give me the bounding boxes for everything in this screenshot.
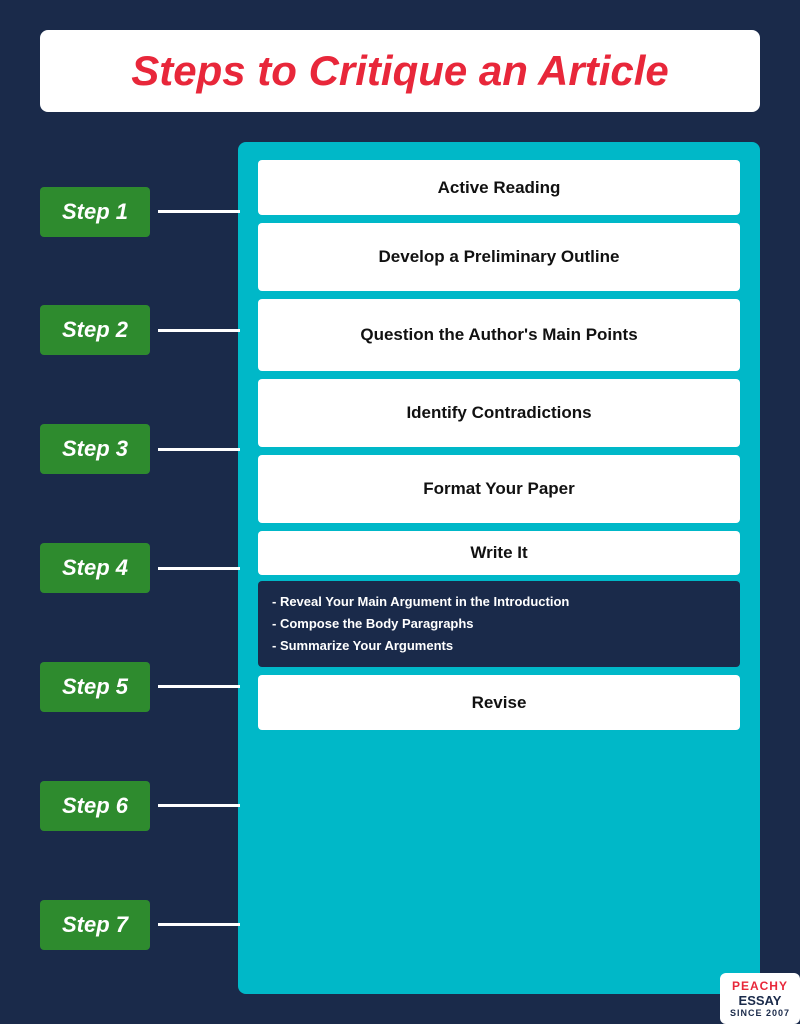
- step-row-1: Step 1: [40, 167, 240, 257]
- step-badge-6: Step 6: [40, 781, 150, 831]
- step-line-5: [158, 685, 240, 688]
- step-badge-5: Step 5: [40, 662, 150, 712]
- step-row-2: Step 2: [40, 285, 240, 375]
- step-badge-1: Step 1: [40, 187, 150, 237]
- step-badge-2: Step 2: [40, 305, 150, 355]
- step-row-6: Step 6: [40, 761, 240, 851]
- step-row-3: Step 3: [40, 404, 240, 494]
- logo-top: PEACHY: [732, 979, 788, 993]
- step-line-6: [158, 804, 240, 807]
- step3-item: Question the Author's Main Points: [258, 299, 740, 371]
- step-line-7: [158, 923, 240, 926]
- step1-item: Active Reading: [258, 160, 740, 215]
- step-badge-3: Step 3: [40, 424, 150, 474]
- step-line-4: [158, 567, 240, 570]
- steps-column: Step 1 Step 2 Step 3 Step 4 Step 5 Step …: [40, 142, 240, 994]
- step-row-7: Step 7: [40, 880, 240, 970]
- step-row-4: Step 4: [40, 523, 240, 613]
- main-content: Step 1 Step 2 Step 3 Step 4 Step 5 Step …: [40, 142, 760, 994]
- logo-bottom: SINCE 2007: [730, 1008, 790, 1018]
- step6-sub2: - Compose the Body Paragraphs: [272, 613, 726, 635]
- step-badge-4: Step 4: [40, 543, 150, 593]
- step-line-3: [158, 448, 240, 451]
- step4-item: Identify Contradictions: [258, 379, 740, 447]
- step6-sub1: - Reveal Your Main Argument in the Intro…: [272, 591, 726, 613]
- logo-main: ESSAY: [739, 993, 782, 1008]
- step6-sub3: - Summarize Your Arguments: [272, 635, 726, 657]
- logo: PEACHY ESSAY SINCE 2007: [720, 973, 800, 1024]
- page-title: Steps to Critique an Article: [80, 48, 720, 94]
- step6-sublist: - Reveal Your Main Argument in the Intro…: [258, 581, 740, 667]
- title-box: Steps to Critique an Article: [40, 30, 760, 112]
- step7-item: Revise: [258, 675, 740, 730]
- step5-item: Format Your Paper: [258, 455, 740, 523]
- right-panel: Active Reading Develop a Preliminary Out…: [238, 142, 760, 994]
- step6-write-item: Write It: [258, 531, 740, 575]
- step-line-1: [158, 210, 240, 213]
- step6-group: Write It - Reveal Your Main Argument in …: [258, 531, 740, 667]
- step-row-5: Step 5: [40, 642, 240, 732]
- step-line-2: [158, 329, 240, 332]
- step-badge-7: Step 7: [40, 900, 150, 950]
- step2-item: Develop a Preliminary Outline: [258, 223, 740, 291]
